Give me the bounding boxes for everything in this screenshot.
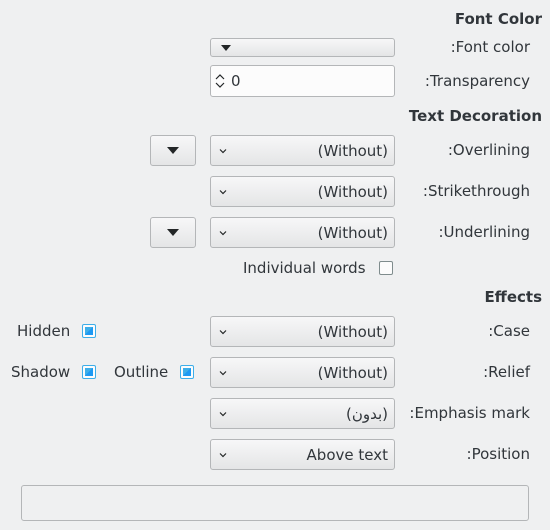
spin-arrows-icon[interactable] [215, 73, 225, 89]
partial-check-icon [85, 327, 93, 335]
chevron-down-icon [219, 148, 227, 153]
shadow-checkbox[interactable] [82, 365, 96, 379]
preview-box [21, 485, 529, 521]
individual-words-checkbox[interactable] [379, 261, 393, 275]
strikethrough-value: (Without) [317, 182, 388, 201]
font-color-label: :Font color [450, 38, 530, 56]
overlining-value: (Without) [317, 141, 388, 160]
transparency-label: :Transparency [424, 72, 530, 90]
overlining-label: :Overlining [447, 141, 530, 159]
position-label: :Position [466, 445, 530, 463]
case-label: :Case [488, 322, 530, 340]
emphasis-mark-combo[interactable]: (بدون) [210, 398, 395, 429]
overlining-combo[interactable]: (Without) [210, 135, 395, 166]
position-value: Above text [306, 445, 388, 464]
effects-heading: Effects [484, 288, 542, 306]
emphasis-mark-label: :Emphasis mark [409, 404, 530, 422]
hidden-checkbox[interactable] [82, 324, 96, 338]
text-decoration-heading: Text Decoration [408, 107, 542, 125]
outline-checkbox[interactable] [180, 365, 194, 379]
chevron-down-icon [219, 189, 227, 194]
shadow-label: Shadow [11, 363, 71, 381]
transparency-value[interactable]: 0 [231, 72, 241, 90]
dropdown-arrow-icon [221, 44, 231, 51]
strikethrough-label: :Strikethrough [422, 182, 530, 200]
dropdown-arrow-icon [167, 229, 179, 236]
underlining-value: (Without) [317, 223, 388, 242]
chevron-down-icon [219, 370, 227, 375]
font-color-dropdown[interactable] [210, 38, 395, 57]
position-combo[interactable]: Above text [210, 439, 395, 470]
font-color-heading: Font Color [454, 10, 542, 28]
overlining-color-button[interactable] [150, 135, 196, 166]
transparency-spinbox[interactable]: 0 [210, 65, 395, 97]
hidden-label: Hidden [17, 322, 71, 340]
chevron-down-icon [219, 230, 227, 235]
case-combo[interactable]: (Without) [210, 316, 395, 347]
underlining-combo[interactable]: (Without) [210, 217, 395, 248]
relief-value: (Without) [317, 363, 388, 382]
chevron-down-icon [219, 329, 227, 334]
emphasis-mark-value: (بدون) [345, 404, 388, 423]
individual-words-label: Individual words [243, 259, 366, 277]
case-value: (Without) [317, 322, 388, 341]
chevron-down-icon [219, 411, 227, 416]
relief-combo[interactable]: (Without) [210, 357, 395, 388]
chevron-down-icon [219, 452, 227, 457]
underlining-color-button[interactable] [150, 217, 196, 248]
partial-check-icon [85, 368, 93, 376]
dropdown-arrow-icon [167, 147, 179, 154]
relief-label: :Relief [483, 363, 530, 381]
strikethrough-combo[interactable]: (Without) [210, 176, 395, 207]
outline-label: Outline [114, 363, 169, 381]
underlining-label: :Underlining [438, 223, 531, 241]
partial-check-icon [183, 368, 191, 376]
